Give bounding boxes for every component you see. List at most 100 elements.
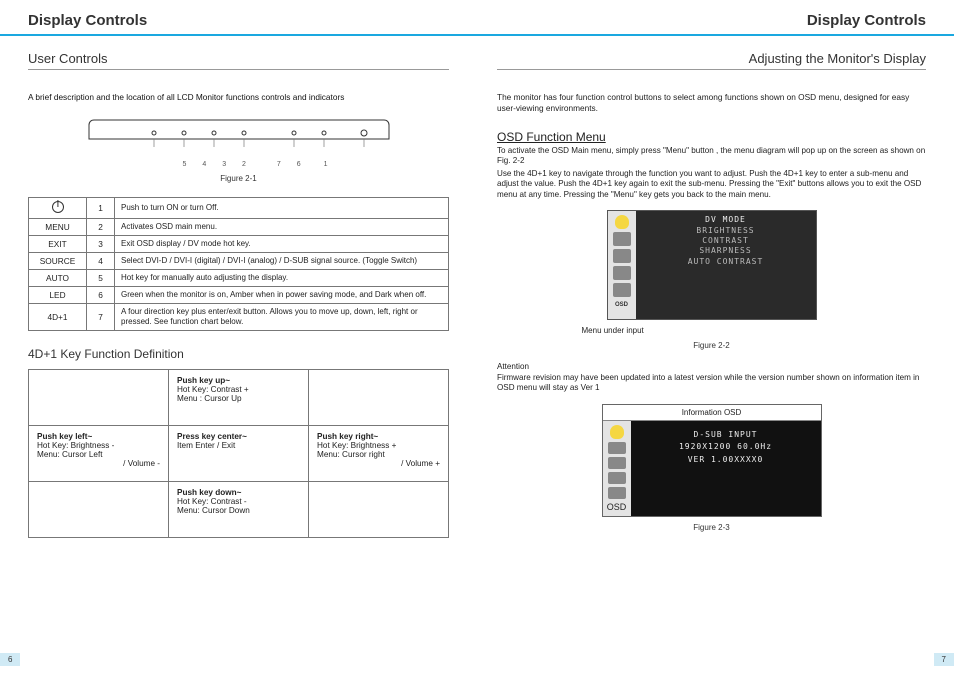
control-desc: Exit OSD display / DV mode hot key. — [115, 235, 449, 252]
keyfn-line: Menu: Cursor Left — [37, 450, 160, 459]
control-desc: Activates OSD main menu. — [115, 218, 449, 235]
osd-item: SHARPNESS — [644, 246, 808, 256]
keyfn-cell-empty — [309, 481, 449, 537]
control-label: MENU — [29, 218, 87, 235]
control-num: 7 — [87, 303, 115, 330]
table-row: MENU 2 Activates OSD main menu. — [29, 218, 449, 235]
control-desc: Select DVI-D / DVI-I (digital) / DVI-I (… — [115, 252, 449, 269]
osd-icon — [608, 487, 626, 499]
attention-block: Attention Firmware revision may have bee… — [497, 362, 926, 394]
table-row: LED 6 Green when the monitor is on, Ambe… — [29, 286, 449, 303]
keyfn-cell-empty — [29, 369, 169, 425]
table-row: SOURCE 4 Select DVI-D / DVI-I (digital) … — [29, 252, 449, 269]
fig-label: 1 — [324, 161, 328, 168]
page-number-left: 6 — [0, 653, 20, 666]
keyfn-line: Menu: Cursor right — [317, 450, 440, 459]
controls-table: 1 Push to turn ON or turn Off. MENU 2 Ac… — [28, 197, 449, 331]
figure-2-3-caption: Figure 2-3 — [497, 523, 926, 532]
monitor-outline-diagram — [84, 113, 394, 161]
information-osd-box: Information OSD OSD D-SUB INPUT 1920X120… — [602, 404, 822, 517]
figure-2-1-caption: Figure 2-1 — [28, 174, 449, 183]
keyfn-cell-right: Push key right~ Hot Key: Brightness + Me… — [309, 425, 449, 481]
keyfn-title: Push key right~ — [317, 432, 440, 441]
osd-icon — [613, 283, 631, 297]
keyfn-line: / Volume + — [317, 459, 440, 468]
keyfn-line: Hot Key: Contrast + — [177, 385, 300, 394]
osd-icon — [608, 442, 626, 454]
info-line: D-SUB INPUT — [639, 429, 813, 442]
keyfn-cell-empty — [29, 481, 169, 537]
keyfn-title: Push key up~ — [177, 376, 300, 385]
info-screen: D-SUB INPUT 1920X1200 60.0Hz VER 1.00XXX… — [631, 421, 821, 516]
keyfn-line: Hot Key: Brightness - — [37, 441, 160, 450]
osd-item: DV MODE — [644, 215, 808, 225]
page-spread: Display Controls User Controls A brief d… — [0, 0, 954, 674]
page-number-right: 7 — [934, 653, 954, 666]
section-user-controls: User Controls — [28, 51, 449, 70]
page-title-right: Display Controls — [497, 12, 926, 33]
osd-item: CONTRAST — [644, 236, 808, 246]
control-num: 3 — [87, 235, 115, 252]
bulb-icon — [615, 215, 629, 229]
figure-2-1-labels: 5 4 3 2 7 6 1 — [84, 161, 394, 168]
figure-2-3: Information OSD OSD D-SUB INPUT 1920X120… — [497, 404, 926, 532]
keyfn-line: Menu: Cursor Down — [177, 506, 300, 515]
osd-item: BRIGHTNESS — [644, 226, 808, 236]
keyfn-table: Push key up~ Hot Key: Contrast + Menu : … — [28, 369, 449, 538]
attention-heading: Attention — [497, 362, 926, 373]
info-line: VER 1.00XXXX0 — [639, 454, 813, 467]
table-row: 1 Push to turn ON or turn Off. — [29, 197, 449, 218]
fig-label: 3 — [222, 161, 226, 168]
control-num: 4 — [87, 252, 115, 269]
bulb-icon — [610, 425, 624, 439]
figure-2-2: OSD DV MODE BRIGHTNESS CONTRAST SHARPNES… — [497, 210, 926, 350]
info-line: 1920X1200 60.0Hz — [639, 441, 813, 454]
fig-label: 4 — [202, 161, 206, 168]
control-label: 4D+1 — [29, 303, 87, 330]
table-row: AUTO 5 Hot key for manually auto adjusti… — [29, 269, 449, 286]
keyfn-cell-left: Push key left~ Hot Key: Brightness - Men… — [29, 425, 169, 481]
keyfn-title: Press key center~ — [177, 432, 300, 441]
control-desc: Green when the monitor is on, Amber when… — [115, 286, 449, 303]
osd-menu-items: DV MODE BRIGHTNESS CONTRAST SHARPNESS AU… — [636, 211, 816, 319]
osd-function-heading: OSD Function Menu — [497, 130, 926, 144]
osd-sidebar: OSD — [608, 211, 636, 319]
fig-label: 6 — [297, 161, 301, 168]
intro-left: A brief description and the location of … — [28, 92, 449, 103]
page-left: Display Controls User Controls A brief d… — [0, 0, 477, 674]
osd-icon — [613, 249, 631, 263]
fig-label: 5 — [182, 161, 186, 168]
fig-label: 7 — [277, 161, 281, 168]
osd-item: AUTO CONTRAST — [644, 257, 808, 267]
attention-text: Firmware revision may have been updated … — [497, 373, 926, 394]
figure-2-2-caption: Figure 2-2 — [497, 341, 926, 350]
keyfn-cell-empty — [309, 369, 449, 425]
osd-icon — [613, 266, 631, 280]
section-adjusting: Adjusting the Monitor's Display — [497, 51, 926, 70]
figure-2-1: 5 4 3 2 7 6 1 Figure 2-1 — [28, 113, 449, 183]
keyfn-title: Push key down~ — [177, 488, 300, 497]
keyfn-cell-down: Push key down~ Hot Key: Contrast - Menu:… — [169, 481, 309, 537]
osd-icon — [613, 232, 631, 246]
osd-paragraph-2: Use the 4D+1 key to navigate through the… — [497, 169, 926, 201]
control-num: 5 — [87, 269, 115, 286]
osd-menu-box: OSD DV MODE BRIGHTNESS CONTRAST SHARPNES… — [607, 210, 817, 320]
page-title-left: Display Controls — [28, 12, 449, 33]
osd-tag: OSD — [615, 302, 628, 308]
keyfn-line: Item Enter / Exit — [177, 441, 300, 450]
osd-icon — [608, 472, 626, 484]
control-label: AUTO — [29, 269, 87, 286]
info-sidebar: OSD — [603, 421, 631, 516]
keyfn-heading: 4D+1 Key Function Definition — [28, 347, 449, 361]
osd-paragraph-1: To activate the OSD Main menu, simply pr… — [497, 146, 926, 167]
control-label: LED — [29, 286, 87, 303]
table-row: EXIT 3 Exit OSD display / DV mode hot ke… — [29, 235, 449, 252]
intro-right: The monitor has four function control bu… — [497, 92, 926, 114]
control-num: 1 — [87, 197, 115, 218]
keyfn-title: Push key left~ — [37, 432, 160, 441]
control-label: EXIT — [29, 235, 87, 252]
page-right: Display Controls Adjusting the Monitor's… — [477, 0, 954, 674]
keyfn-line: Hot Key: Contrast - — [177, 497, 300, 506]
menu-under-input-note: Menu under input — [582, 326, 842, 335]
info-osd-title: Information OSD — [603, 405, 821, 421]
